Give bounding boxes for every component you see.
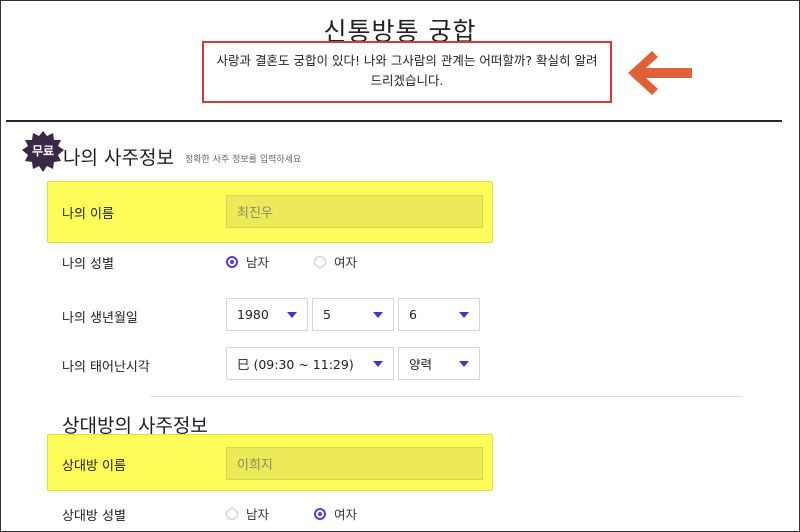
partner-name-label: 상대방 이름: [62, 459, 126, 474]
birth-day-value: 6: [409, 307, 417, 322]
my-section-title: 나의 사주정보: [63, 147, 174, 169]
birth-time-select[interactable]: 巳 (09:30 ~ 11:29): [226, 347, 394, 380]
my-gender-female-label: 여자: [334, 255, 358, 270]
chevron-down-icon: [287, 311, 297, 318]
chevron-down-icon: [459, 311, 469, 318]
section-separator: [150, 396, 742, 397]
chevron-down-icon: [459, 360, 469, 367]
my-time-label: 나의 태어난시각: [62, 360, 150, 375]
radio-unchecked-icon: [226, 507, 238, 520]
free-badge: 무료: [21, 130, 65, 174]
birth-time-value: 巳 (09:30 ~ 11:29): [237, 357, 354, 372]
partner-gender-label: 상대방 성별: [62, 509, 126, 524]
birth-month-value: 5: [323, 307, 331, 322]
section-divider: [6, 120, 782, 122]
chevron-down-icon: [373, 311, 383, 318]
my-gender-male-radio[interactable]: 남자: [226, 252, 269, 271]
my-section-subtitle: 정확한 사주 정보를 입력하세요: [185, 155, 302, 165]
arrow-left-icon: [628, 46, 694, 104]
birth-year-select[interactable]: 1980: [226, 298, 308, 331]
birth-year-value: 1980: [237, 307, 269, 322]
my-gender-label: 나의 성별: [62, 257, 114, 272]
birth-day-select[interactable]: 6: [398, 298, 480, 331]
my-gender-male-label: 남자: [246, 255, 270, 270]
calendar-type-value: 양력: [409, 357, 433, 372]
birth-month-select[interactable]: 5: [312, 298, 394, 331]
chevron-down-icon: [373, 360, 383, 367]
partner-name-input[interactable]: 이희지: [226, 447, 483, 480]
my-gender-female-radio[interactable]: 여자: [314, 252, 357, 271]
notice-box: 사랑과 결혼도 궁합이 있다! 나와 그사람의 관계는 어떠할까? 확실히 알려…: [202, 41, 612, 103]
calendar-type-select[interactable]: 양력: [398, 347, 480, 380]
my-name-label: 나의 이름: [62, 207, 114, 222]
partner-gender-male-label: 남자: [246, 507, 270, 522]
badge-label: 무료: [31, 144, 55, 158]
my-name-input[interactable]: 최진우: [226, 195, 483, 228]
radio-unchecked-icon: [314, 255, 326, 268]
partner-gender-female-radio[interactable]: 여자: [314, 504, 357, 523]
partner-gender-male-radio[interactable]: 남자: [226, 504, 269, 523]
radio-checked-icon: [226, 255, 238, 268]
my-birth-label: 나의 생년월일: [62, 311, 138, 326]
partner-gender-female-label: 여자: [334, 507, 358, 522]
radio-checked-icon: [314, 507, 326, 520]
